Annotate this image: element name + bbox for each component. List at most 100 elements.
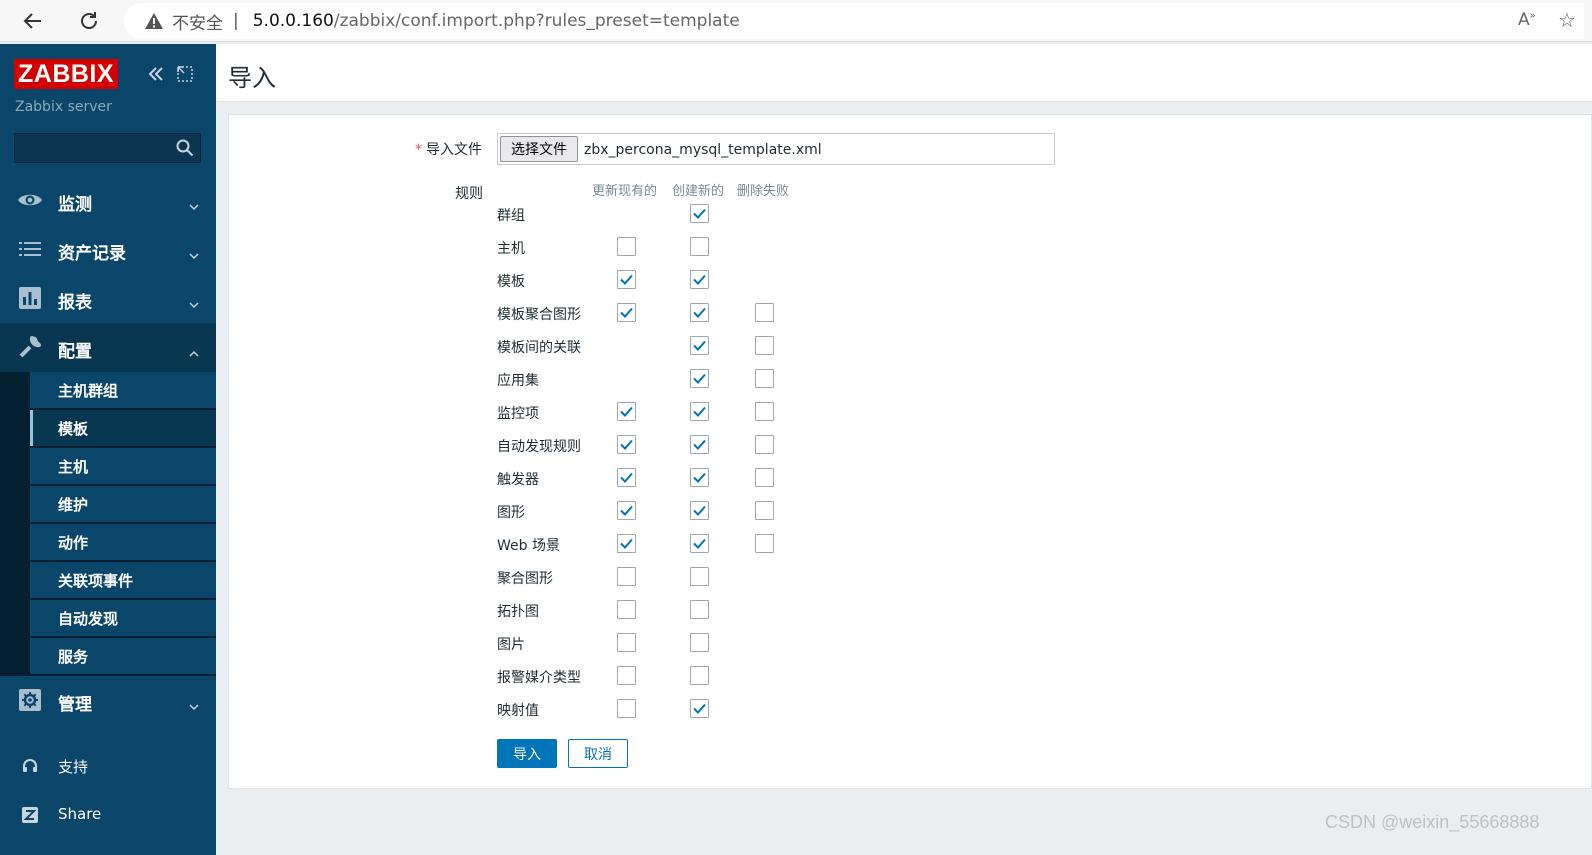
favorite-star-icon[interactable]: ☆ — [1558, 8, 1576, 32]
rule-label: 监控项 — [497, 406, 539, 422]
sidebar-item-templates[interactable]: 模板 — [30, 410, 216, 448]
rule-label: 报警媒介类型 — [497, 670, 581, 686]
rule-create-checkbox[interactable] — [690, 501, 709, 520]
back-arrow-icon[interactable] — [18, 6, 48, 36]
browser-toolbar: 不安全 | 5.0.0.160/zabbix/conf.import.php?r… — [0, 0, 1592, 42]
server-name: Zabbix server — [15, 99, 112, 115]
insecure-label: 不安全 — [172, 13, 223, 34]
rule-create-checkbox[interactable] — [690, 435, 709, 454]
rule-update-checkbox[interactable] — [617, 303, 636, 322]
chevron-down-icon — [189, 294, 199, 309]
rule-label: 模板间的关联 — [497, 340, 581, 356]
rule-create-checkbox[interactable] — [690, 303, 709, 322]
rule-create-checkbox[interactable] — [690, 567, 709, 586]
rule-label: 图片 — [497, 637, 525, 653]
url-separator: | — [233, 11, 239, 31]
sidebar-item-discovery[interactable]: 自动发现 — [30, 600, 216, 638]
rule-delete-checkbox[interactable] — [755, 303, 774, 322]
column-update-existing: 更新现有的 — [592, 184, 658, 199]
rule-update-checkbox[interactable] — [617, 270, 636, 289]
headset-icon — [20, 756, 40, 776]
sidebar-search-input[interactable] — [14, 133, 201, 163]
chevron-down-icon — [189, 196, 199, 211]
sidebar-item-maintenance[interactable]: 维护 — [30, 486, 216, 524]
zabbix-share-icon — [20, 805, 40, 825]
menu-inventory[interactable]: 资产记录 — [0, 225, 216, 274]
rule-delete-checkbox[interactable] — [755, 435, 774, 454]
rule-label: 群组 — [497, 208, 525, 224]
chevron-up-icon — [189, 343, 199, 357]
rule-update-checkbox[interactable] — [617, 435, 636, 454]
rule-label: 应用集 — [497, 373, 539, 389]
rule-update-checkbox[interactable] — [617, 666, 636, 685]
rule-update-checkbox[interactable] — [617, 534, 636, 553]
rule-update-checkbox[interactable] — [617, 501, 636, 520]
menu-monitoring-label: 监测 — [58, 195, 92, 215]
rule-update-checkbox[interactable] — [617, 633, 636, 652]
sidebar-item-host-groups[interactable]: 主机群组 — [30, 372, 216, 410]
read-aloud-icon[interactable]: A» — [1518, 10, 1536, 30]
rule-create-checkbox[interactable] — [690, 666, 709, 685]
menu-reports-label: 报表 — [58, 293, 92, 313]
column-create-new: 创建新的 — [672, 184, 725, 199]
rule-create-checkbox[interactable] — [690, 402, 709, 421]
rule-label: 自动发现规则 — [497, 439, 581, 455]
rule-delete-checkbox[interactable] — [755, 336, 774, 355]
import-file-label-text: 导入文件 — [426, 142, 482, 158]
rule-create-checkbox[interactable] — [690, 204, 709, 223]
sidebar-item-actions[interactable]: 动作 — [30, 524, 216, 562]
collapse-sidebar-icon[interactable] — [146, 64, 166, 84]
rule-update-checkbox[interactable] — [617, 402, 636, 421]
rule-update-checkbox[interactable] — [617, 600, 636, 619]
search-icon[interactable] — [176, 139, 194, 157]
rule-label: Web 场景 — [497, 538, 560, 554]
address-bar[interactable]: 不安全 | 5.0.0.160/zabbix/conf.import.php?r… — [124, 3, 1584, 39]
rule-create-checkbox[interactable] — [690, 270, 709, 289]
choose-file-button[interactable]: 选择文件 — [500, 136, 578, 162]
import-form-panel — [228, 114, 1592, 789]
import-file-input[interactable]: 选择文件 zbx_percona_mysql_template.xml — [497, 133, 1055, 165]
menu-inventory-label: 资产记录 — [58, 244, 126, 264]
rule-update-checkbox[interactable] — [617, 567, 636, 586]
reload-icon[interactable] — [74, 6, 104, 36]
list-icon — [17, 237, 43, 261]
rule-delete-checkbox[interactable] — [755, 369, 774, 388]
kiosk-mode-icon[interactable] — [176, 65, 194, 83]
menu-administration[interactable]: 管理 — [0, 676, 216, 725]
menu-configuration-label: 配置 — [58, 342, 92, 362]
sidebar-item-event-correlation[interactable]: 关联项事件 — [30, 562, 216, 600]
rule-create-checkbox[interactable] — [690, 534, 709, 553]
import-button[interactable]: 导入 — [497, 739, 557, 768]
share-link[interactable]: Share — [0, 795, 216, 835]
rule-update-checkbox[interactable] — [617, 468, 636, 487]
menu-monitoring[interactable]: 监测 — [0, 176, 216, 225]
configuration-submenu: 主机群组 模板 主机 维护 动作 关联项事件 自动发现 服务 — [0, 372, 216, 676]
rule-delete-checkbox[interactable] — [755, 534, 774, 553]
rule-delete-checkbox[interactable] — [755, 501, 774, 520]
url-host: 5.0.0.160 — [252, 11, 334, 31]
rule-create-checkbox[interactable] — [690, 336, 709, 355]
support-link[interactable]: 支持 — [0, 746, 216, 786]
main-menu: 监测 资产记录 报表 配置 主机群组 模板 主机 维护 动作 关联项事件 自动发… — [0, 176, 216, 725]
cancel-button[interactable]: 取消 — [568, 739, 628, 768]
rule-create-checkbox[interactable] — [690, 468, 709, 487]
zabbix-logo[interactable]: ZABBIX — [14, 59, 119, 89]
rule-create-checkbox[interactable] — [690, 600, 709, 619]
sidebar-item-services[interactable]: 服务 — [30, 638, 216, 676]
rule-label: 聚合图形 — [497, 571, 553, 587]
rule-create-checkbox[interactable] — [690, 237, 709, 256]
wrench-icon — [17, 335, 43, 359]
rule-create-checkbox[interactable] — [690, 633, 709, 652]
menu-reports[interactable]: 报表 — [0, 274, 216, 323]
sidebar: ZABBIX Zabbix server 监测 资产记录 报表 配置 主机群组 … — [0, 44, 216, 855]
rule-update-checkbox[interactable] — [617, 237, 636, 256]
rule-create-checkbox[interactable] — [690, 369, 709, 388]
menu-configuration[interactable]: 配置 — [0, 323, 216, 372]
page-title: 导入 — [228, 64, 276, 92]
rule-create-checkbox[interactable] — [690, 699, 709, 718]
sidebar-item-hosts[interactable]: 主机 — [30, 448, 216, 486]
rule-delete-checkbox[interactable] — [755, 402, 774, 421]
rule-label: 触发器 — [497, 472, 539, 488]
rule-delete-checkbox[interactable] — [755, 468, 774, 487]
rule-update-checkbox[interactable] — [617, 699, 636, 718]
